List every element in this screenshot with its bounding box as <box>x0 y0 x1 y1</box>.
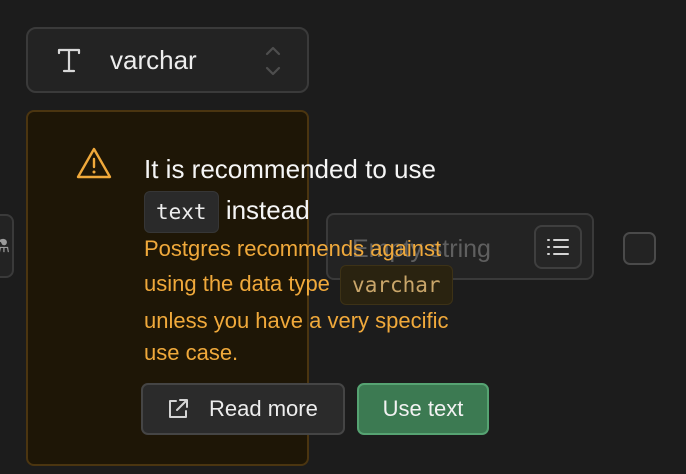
text-type-icon <box>57 48 81 73</box>
headline-code: text <box>144 191 219 234</box>
column-type-value: varchar <box>110 44 197 75</box>
headline-prefix: It is recommended to use <box>144 154 436 184</box>
read-more-label: Read more <box>209 396 318 421</box>
external-link-icon <box>169 399 188 418</box>
primary-key-checkbox[interactable] <box>623 232 656 265</box>
warning-body: Postgres recommends against using the da… <box>144 233 484 369</box>
warning-triangle-icon <box>76 147 112 179</box>
chevron-up-down-icon <box>265 46 281 76</box>
read-more-button[interactable]: Read more <box>141 383 345 435</box>
headline-suffix: instead <box>225 195 310 225</box>
warning-headline: It is recommended to use text instead <box>144 149 544 234</box>
table-editor-column-row: ⚗ varchar Empty string It is recommended… <box>0 0 686 474</box>
use-text-label: Use text <box>382 396 464 421</box>
previous-field-edge[interactable]: ⚗ <box>0 214 14 278</box>
column-type-select[interactable]: varchar <box>26 27 309 93</box>
link-icon: ⚗ <box>0 236 10 256</box>
body-code: varchar <box>340 265 453 305</box>
body-suffix: unless you have a very specific use case… <box>144 308 449 365</box>
use-text-button[interactable]: Use text <box>357 383 489 435</box>
list-icon <box>547 239 569 255</box>
